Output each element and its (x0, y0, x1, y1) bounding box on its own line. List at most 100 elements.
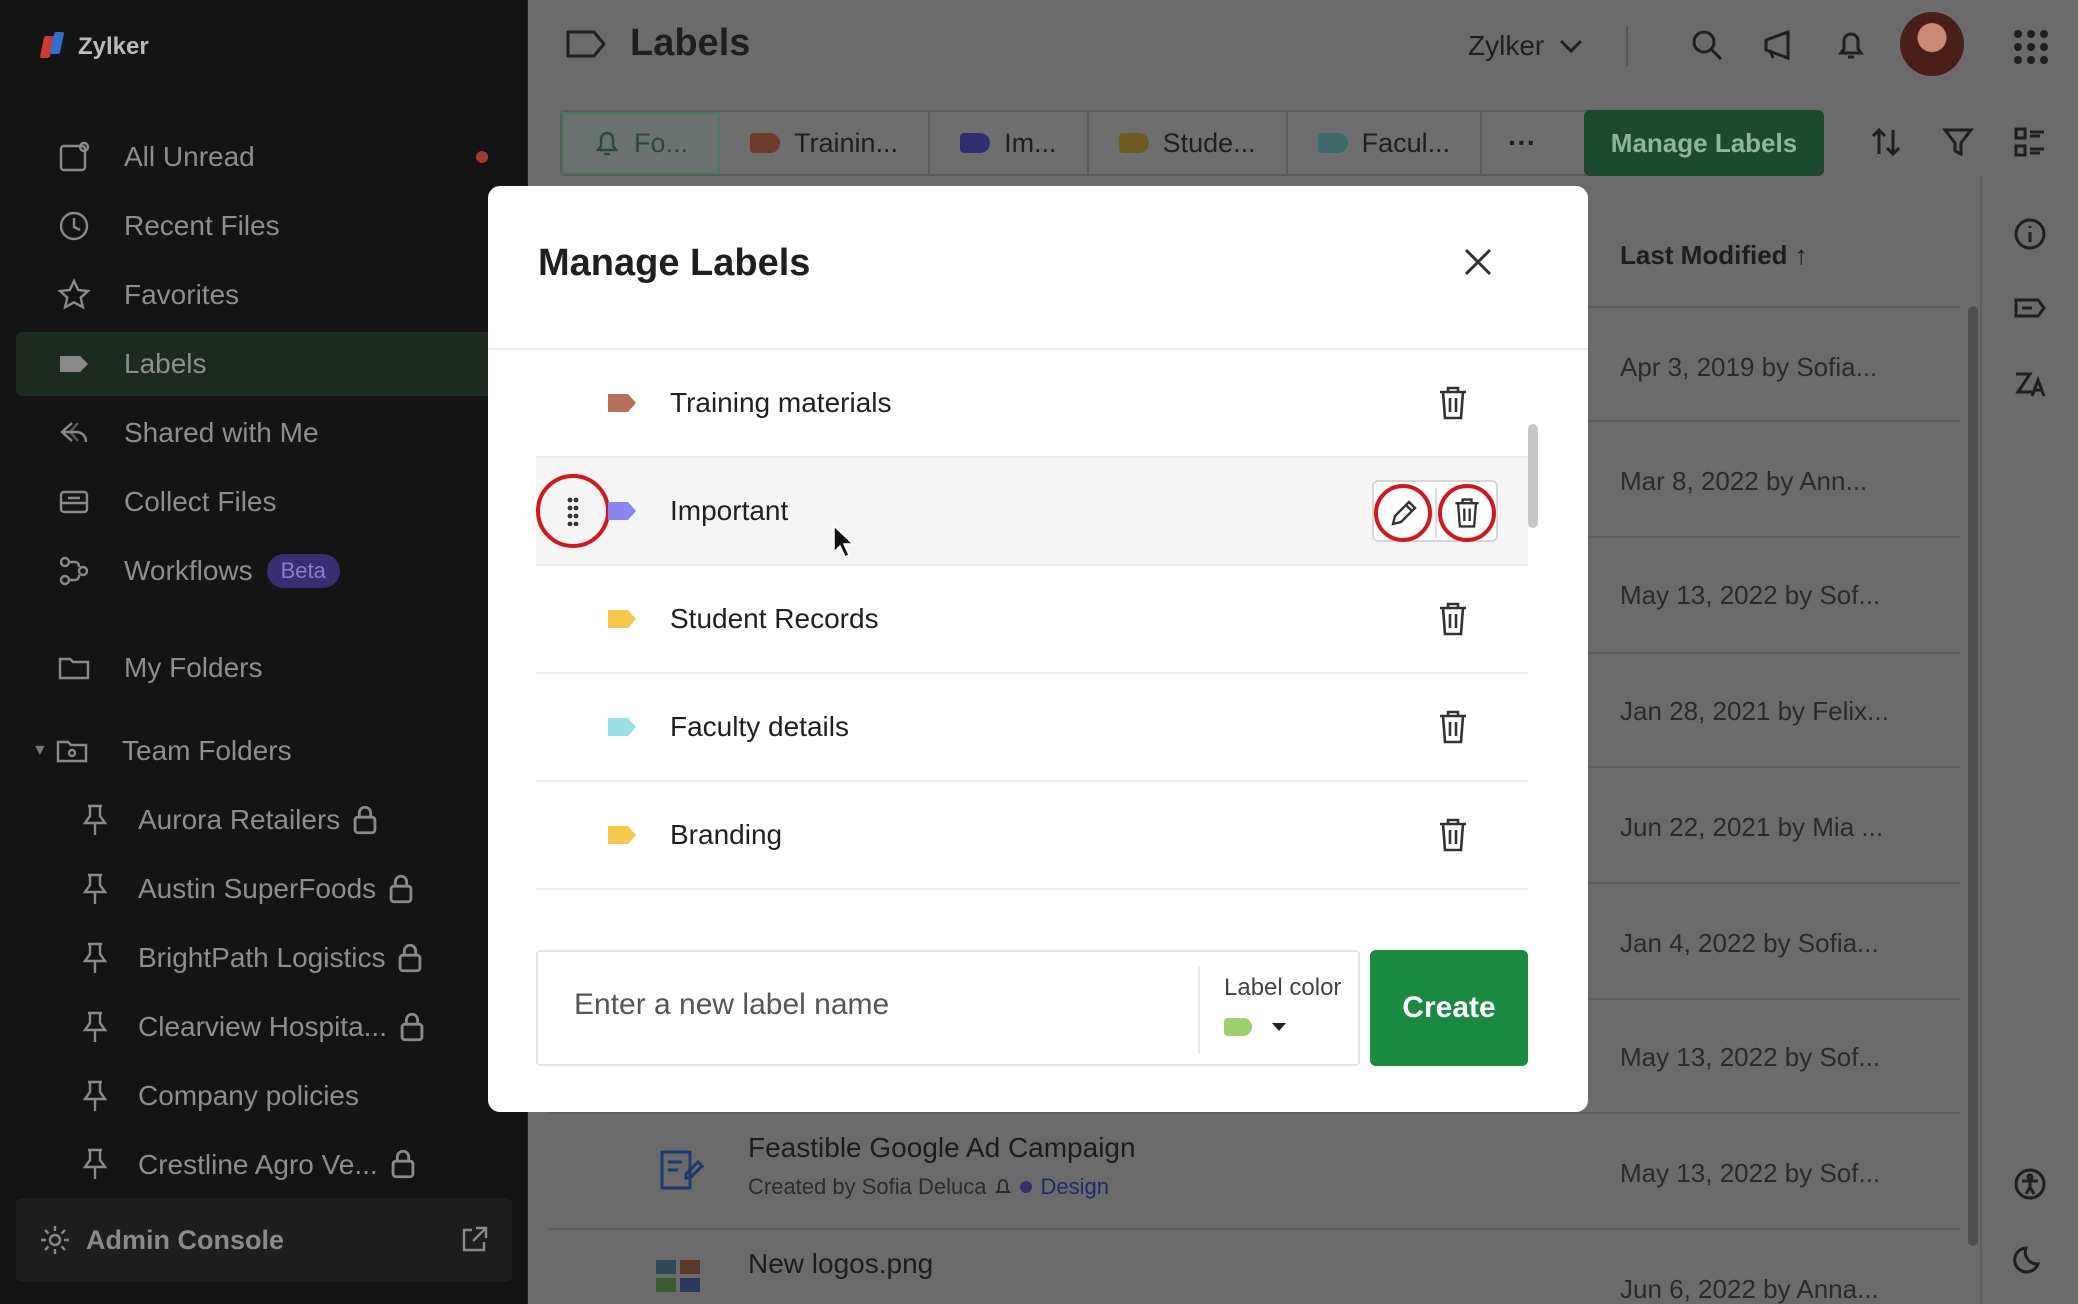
label-tag-icon (960, 133, 991, 153)
translate-icon[interactable] (2012, 366, 2048, 402)
sort-icon[interactable] (1868, 124, 1904, 160)
tab-text: Fo... (634, 127, 689, 158)
lock-icon (389, 874, 413, 904)
accessibility-icon[interactable] (2012, 1166, 2048, 1202)
sidebar-item-workflows[interactable]: Workflows Beta (16, 539, 512, 603)
org-switcher[interactable]: Zylker (1468, 30, 1584, 62)
pin-icon (82, 1011, 108, 1042)
list-scrollbar[interactable] (1968, 306, 1978, 1246)
sidebar-item-team-folders[interactable]: ▼ Team Folders (16, 719, 512, 783)
team-folder-item[interactable]: BrightPath Logistics (16, 926, 512, 990)
label-row[interactable]: Important (536, 458, 1528, 566)
team-folder-label: BrightPath Logistics (138, 942, 386, 973)
tab-label[interactable]: Trainin... (720, 112, 931, 174)
label-row[interactable]: Faculty details (536, 674, 1528, 782)
team-folder-item[interactable]: Clearview Hospita... (16, 995, 512, 1059)
label-dot (1020, 1181, 1033, 1193)
search-icon[interactable] (1688, 26, 1726, 64)
label-tag-icon (608, 610, 636, 628)
right-rail (1980, 176, 2078, 1304)
label-tag-outline-icon[interactable] (2012, 290, 2048, 326)
info-icon[interactable] (2012, 216, 2048, 252)
megaphone-icon[interactable] (1760, 26, 1798, 64)
sidebar-item-label: Shared with Me (124, 417, 319, 448)
new-label-input[interactable] (574, 988, 1174, 1022)
sidebar-item-labels[interactable]: Labels (16, 332, 512, 396)
team-folder-item[interactable]: Austin SuperFoods (16, 857, 512, 921)
delete-label-button[interactable] (1438, 484, 1496, 542)
pin-icon (82, 942, 108, 973)
label-row[interactable]: Training materials (536, 350, 1528, 458)
bell-icon (995, 1179, 1012, 1193)
pin-icon (82, 804, 108, 835)
row-modified: Jan 28, 2021 by Felix... (1620, 696, 1889, 726)
apps-grid-icon[interactable] (2014, 30, 2048, 64)
label-tag-icon (1317, 133, 1348, 153)
sidebar-item-favorites[interactable]: Favorites (16, 263, 512, 327)
create-label-button[interactable]: Create (1370, 950, 1528, 1066)
image-file-icon (656, 1260, 700, 1292)
row-divider (548, 1228, 1960, 1230)
team-folder-label: Crestline Agro Ve... (138, 1149, 378, 1180)
label-tag-icon (750, 133, 781, 153)
inbox-icon (59, 490, 89, 514)
team-folder-item[interactable]: Crestline Agro Ve... (16, 1133, 512, 1181)
team-folder-item[interactable]: Aurora Retailers (16, 788, 512, 852)
sidebar-item-label: Labels (124, 348, 207, 379)
close-icon[interactable] (1458, 242, 1498, 282)
label-tag-icon (608, 394, 636, 412)
sidebar-item-shared-with-me[interactable]: Shared with Me (16, 401, 512, 465)
sidebar-item-recent-files[interactable]: Recent Files (16, 194, 512, 258)
sidebar-item-label: All Unread (124, 141, 255, 172)
edit-label-button[interactable] (1374, 484, 1432, 542)
tab-label[interactable]: Fo... (562, 112, 721, 174)
trash-icon[interactable] (1436, 384, 1470, 422)
sidebar-item-all-unread[interactable]: All Unread (16, 125, 512, 189)
file-label[interactable]: Design (1040, 1174, 1108, 1200)
beta-badge: Beta (266, 554, 340, 588)
filter-icon[interactable] (1940, 124, 1976, 160)
tab-label[interactable]: Im... (930, 112, 1089, 174)
caret-down-icon[interactable]: ▼ (32, 742, 48, 760)
label-name: Training materials (670, 387, 892, 418)
drag-handle[interactable] (536, 474, 610, 548)
lock-icon (399, 943, 422, 973)
external-link-icon[interactable] (458, 1224, 490, 1256)
label-row[interactable]: Branding (536, 782, 1528, 890)
mail-unread-icon (59, 141, 90, 172)
tab-text: Stude... (1162, 127, 1256, 158)
pencil-icon (1391, 500, 1417, 526)
divider (1626, 26, 1628, 66)
trash-icon (1455, 498, 1479, 528)
trash-icon[interactable] (1436, 600, 1470, 638)
dialog-title: Manage Labels (538, 242, 811, 284)
admin-console-button[interactable]: Admin Console (16, 1198, 512, 1282)
team-folder-label: Austin SuperFoods (138, 873, 377, 904)
avatar[interactable] (1900, 12, 1964, 76)
sidebar-item-collect-files[interactable]: Collect Files (16, 470, 512, 534)
sidebar: Zylker All Unread Recent Files Favorites… (0, 0, 528, 1304)
trash-icon[interactable] (1436, 708, 1470, 746)
file-name[interactable]: New logos.png (748, 1248, 933, 1280)
label-row[interactable]: Student Records (536, 566, 1528, 674)
trash-icon[interactable] (1436, 816, 1470, 854)
team-folder-item[interactable]: Company policies (16, 1064, 512, 1128)
label-color-picker[interactable] (1224, 1018, 1286, 1036)
more-tabs-button[interactable]: ··· (1482, 112, 1562, 174)
file-name[interactable]: Feastible Google Ad Campaign (748, 1132, 1136, 1164)
org-name: Zylker (1468, 30, 1545, 61)
sidebar-item-my-folders[interactable]: My Folders (16, 636, 512, 700)
tab-text: Facul... (1361, 127, 1451, 158)
brand[interactable]: Zylker (39, 30, 149, 64)
bell-icon[interactable] (1832, 26, 1870, 64)
manage-labels-button[interactable]: Manage Labels (1584, 110, 1824, 176)
lock-icon (400, 1012, 424, 1042)
labels-scrollbar[interactable] (1528, 424, 1538, 528)
list-view-icon[interactable] (2012, 124, 2048, 160)
tab-label[interactable]: Stude... (1089, 112, 1288, 174)
label-tabs: Fo... Trainin... Im... Stude... Facul...… (560, 110, 1604, 176)
tab-label[interactable]: Facul... (1288, 112, 1483, 174)
dark-mode-icon[interactable] (2012, 1240, 2048, 1276)
label-name: Branding (670, 819, 783, 850)
last-modified-column-header[interactable]: Last Modified ↑ (1620, 240, 1808, 271)
